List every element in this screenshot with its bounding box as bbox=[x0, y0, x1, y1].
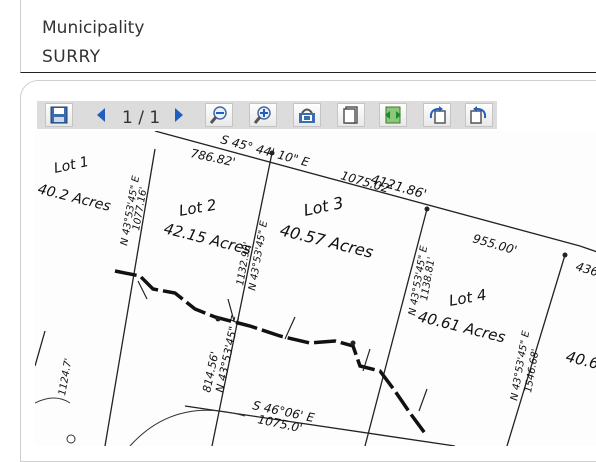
distance-5: 436 bbox=[574, 259, 596, 279]
zoom-out-icon[interactable] bbox=[205, 103, 233, 127]
fit-page-icon[interactable] bbox=[337, 103, 365, 127]
next-page-icon[interactable] bbox=[165, 103, 193, 127]
distance-4: 955.00' bbox=[471, 231, 518, 257]
lot4-name: Lot 4 bbox=[448, 286, 488, 310]
lot1-name: Lot 1 bbox=[53, 154, 91, 177]
fit-width-icon[interactable] bbox=[379, 103, 407, 127]
record-field-card: Municipality SURRY bbox=[20, 0, 596, 73]
lot1-area: 40.2 Acres bbox=[36, 181, 112, 215]
rotate-left-icon[interactable] bbox=[423, 103, 451, 127]
prev-page-icon[interactable] bbox=[87, 103, 115, 127]
lot3-area: 40.57 Acres bbox=[278, 220, 375, 262]
viewer-toolbar: 1 / 1 bbox=[37, 101, 497, 129]
municipality-label: Municipality bbox=[42, 18, 145, 38]
lot5-area: 40.6 bbox=[564, 347, 596, 373]
distance-3: 4121.86' bbox=[369, 172, 428, 202]
lot2-name: Lot 2 bbox=[178, 196, 218, 220]
municipality-value: SURRY bbox=[42, 47, 101, 67]
lot4-area: 40.61 Acres bbox=[416, 307, 507, 346]
survey-map[interactable]: Lot 1 40.2 Acres Lot 2 42.15 Acres Lot 3… bbox=[35, 131, 596, 446]
lot3-name: Lot 3 bbox=[302, 193, 345, 220]
distance-12: 1124.7' bbox=[57, 357, 74, 396]
zoom-in-icon[interactable] bbox=[249, 103, 277, 127]
distance-1: 786.82' bbox=[189, 146, 236, 169]
lot2-area: 42.15 Acres bbox=[162, 219, 253, 258]
rotate-right-icon[interactable] bbox=[465, 103, 493, 127]
page-indicator: 1 / 1 bbox=[122, 108, 161, 128]
save-icon[interactable] bbox=[45, 103, 73, 127]
actual-size-icon[interactable] bbox=[293, 103, 321, 127]
